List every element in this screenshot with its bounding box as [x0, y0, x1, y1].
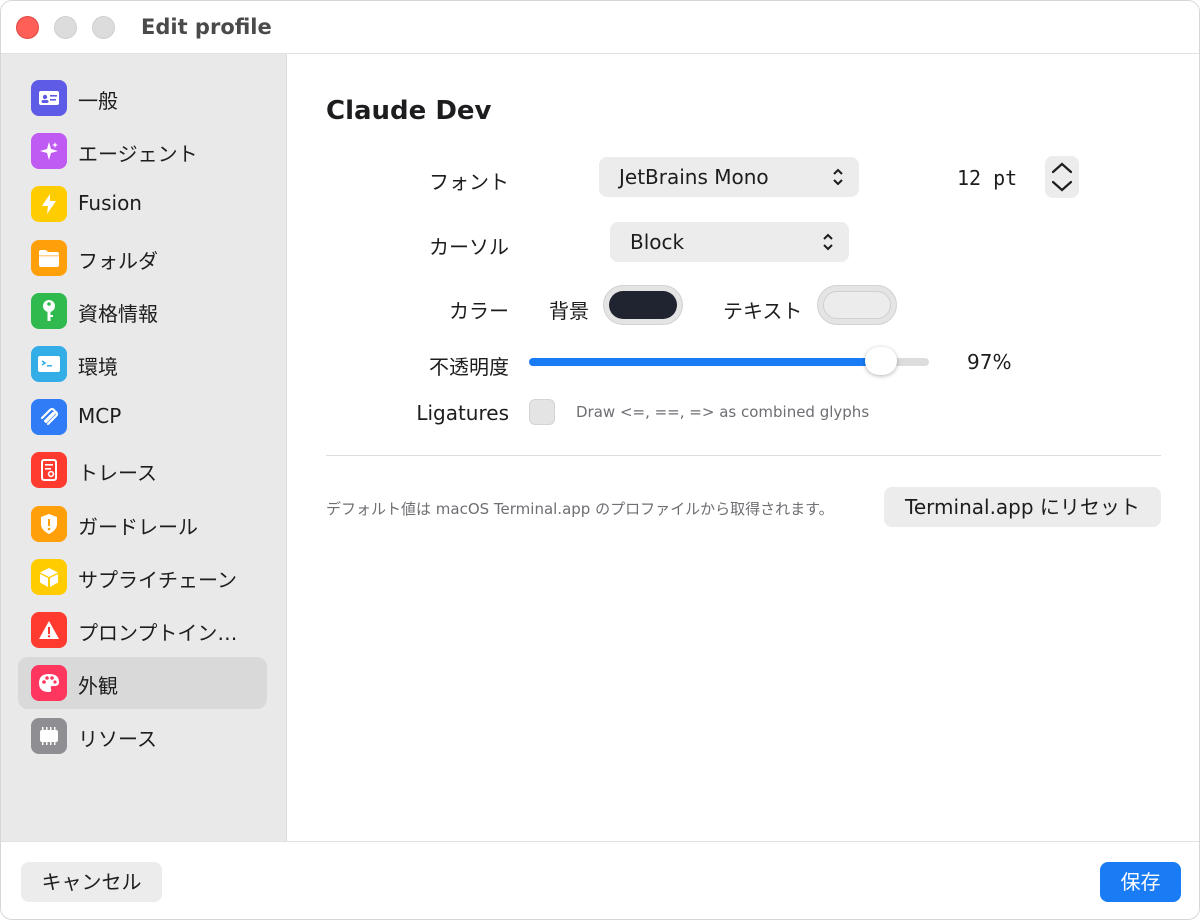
opacity-label: 不透明度 — [429, 355, 509, 379]
sidebar-item[interactable]: MCP — [18, 391, 267, 443]
text-color-well[interactable] — [817, 285, 897, 325]
sidebar-item-label: トレース — [78, 461, 157, 486]
opacity-value: 97% — [967, 350, 1012, 374]
trace-icon — [31, 452, 67, 489]
sidebar-item[interactable]: トレース — [18, 444, 267, 496]
warning-icon — [31, 612, 67, 648]
sidebar-item[interactable]: Fusion — [18, 178, 267, 230]
opacity-slider-fill — [529, 358, 881, 366]
sidebar-item-label: Fusion — [78, 191, 142, 216]
sidebar-item-label: フォルダ — [78, 248, 158, 273]
opacity-slider-thumb[interactable] — [865, 347, 897, 375]
edit-profile-window: Edit profile 一般エージェント Fusion フォルダ資格情報環境 MCP… — [0, 0, 1200, 920]
sidebar-item[interactable]: 外観 — [18, 657, 267, 710]
footer-bar: キャンセル 保存 — [1, 841, 1199, 919]
minimize-window-button[interactable] — [54, 16, 77, 39]
divider — [326, 455, 1161, 456]
key-icon — [31, 292, 67, 329]
defaults-footnote: デフォルト値は macOS Terminal.app のプロファイルから取得され… — [326, 500, 834, 518]
sidebar-item-label: 環境 — [78, 355, 118, 379]
profile-title: Claude Dev — [326, 96, 492, 126]
sidebar: 一般エージェント Fusion フォルダ資格情報環境 MCP トレースガードレールサプラ… — [1, 54, 287, 841]
sidebar-item[interactable]: フォルダ — [18, 232, 267, 284]
ligatures-checkbox[interactable] — [529, 399, 555, 425]
font-size-stepper[interactable] — [1045, 156, 1079, 198]
sidebar-item[interactable]: ガードレール — [18, 498, 267, 550]
sidebar-item-label: 外観 — [78, 674, 118, 699]
folder-icon — [31, 239, 67, 276]
ligatures-label: Ligatures — [416, 401, 509, 425]
terminal-icon — [31, 346, 67, 382]
cursor-select[interactable]: Block — [610, 222, 849, 262]
reset-to-terminal-button[interactable]: Terminal.app にリセット — [884, 487, 1161, 527]
opacity-slider[interactable] — [529, 347, 929, 375]
sidebar-item-label: サプライチェーン — [78, 567, 237, 592]
sidebar-item[interactable]: リソース — [18, 710, 267, 762]
bolt-icon — [31, 186, 67, 223]
sidebar-item-label: ガードレール — [78, 514, 198, 539]
color-label: カラー — [449, 299, 509, 323]
close-window-button[interactable] — [16, 16, 39, 39]
title-bar: Edit profile — [1, 1, 1199, 54]
font-select-value: JetBrains Mono — [619, 165, 769, 189]
chip-icon — [31, 718, 67, 755]
ligatures-hint: Draw <=, ==, => as combined glyphs — [576, 403, 870, 421]
cancel-button[interactable]: キャンセル — [21, 862, 162, 902]
sidebar-item[interactable]: 資格情報 — [18, 285, 267, 337]
sidebar-item[interactable]: 環境 — [18, 338, 267, 390]
palette-icon — [31, 665, 67, 702]
cursor-select-value: Block — [630, 230, 685, 254]
maximize-window-button[interactable] — [92, 16, 115, 39]
sparkle-icon — [31, 133, 67, 170]
mcp-icon — [31, 399, 67, 436]
sidebar-item-label: リソース — [78, 727, 157, 752]
cursor-label: カーソル — [429, 235, 509, 259]
id-card-icon — [31, 80, 67, 116]
sidebar-item[interactable]: 一般 — [18, 72, 267, 124]
sidebar-item-label: エージェント — [78, 142, 198, 167]
sidebar-item[interactable]: プロンプトイン… — [18, 604, 267, 656]
main-panel: Claude Dev フォント JetBrains Mono 12 pt カーソ… — [287, 54, 1199, 841]
window-title: Edit profile — [141, 15, 272, 39]
stepper-arrows-icon — [1051, 162, 1073, 192]
chevron-up-down-icon — [833, 168, 843, 186]
background-color-swatch — [609, 291, 677, 319]
background-color-well[interactable] — [603, 285, 683, 325]
sidebar-item-label: 一般 — [78, 89, 118, 113]
text-color-swatch — [823, 291, 891, 319]
chevron-up-down-icon — [823, 233, 833, 251]
font-label: フォント — [429, 170, 509, 194]
background-color-label: 背景 — [549, 299, 589, 323]
box-icon — [31, 558, 67, 595]
sidebar-item-label: プロンプトイン… — [78, 621, 238, 645]
font-select[interactable]: JetBrains Mono — [599, 157, 859, 197]
sidebar-item-label: 資格情報 — [78, 301, 158, 326]
save-button[interactable]: 保存 — [1100, 862, 1181, 902]
shield-icon — [31, 505, 67, 542]
font-size-value: 12 pt — [957, 166, 1018, 190]
text-color-label: テキスト — [723, 299, 803, 323]
sidebar-item[interactable]: エージェント — [18, 125, 267, 177]
sidebar-item[interactable]: サプライチェーン — [18, 551, 267, 603]
sidebar-item-label: MCP — [78, 404, 122, 429]
